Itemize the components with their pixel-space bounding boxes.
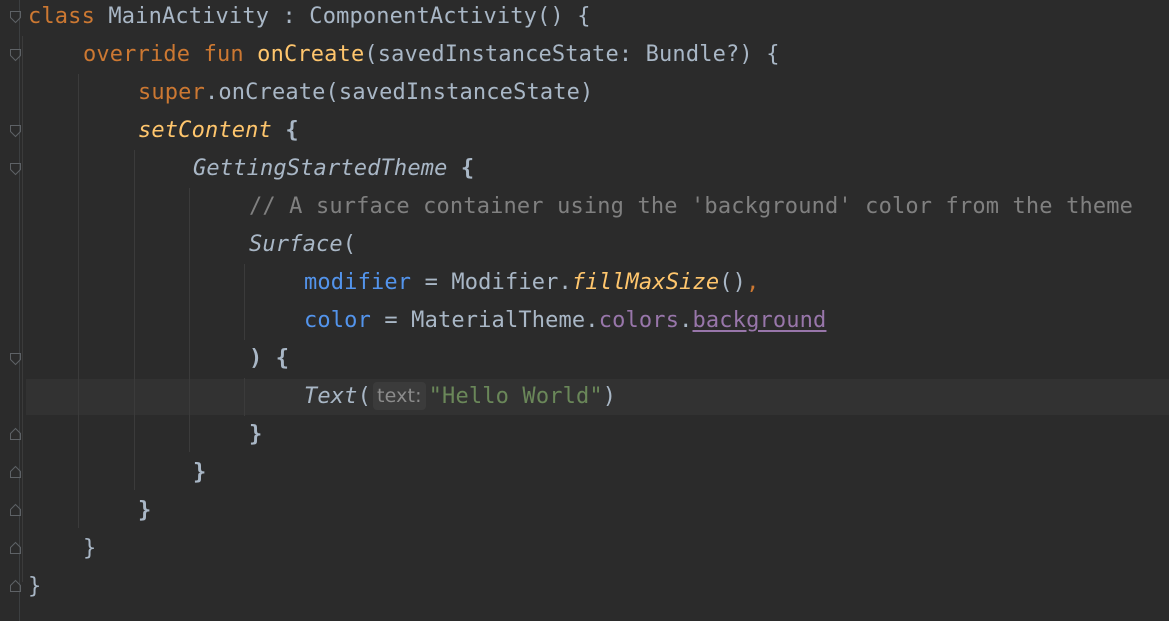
code-line-12[interactable]: } <box>249 416 262 454</box>
code-line-10[interactable]: ) { <box>249 340 289 378</box>
close-brace: } <box>83 536 97 561</box>
named-argument-modifier: modifier <box>304 270 412 295</box>
property-background: background <box>692 308 827 333</box>
indent-guide <box>244 264 245 340</box>
open-brace: { <box>271 118 299 143</box>
close-brace: } <box>193 460 207 485</box>
code-line-16[interactable]: } <box>28 568 41 606</box>
open-paren: ( <box>357 384 371 409</box>
code-line-6[interactable]: // A surface container using the 'backgr… <box>249 188 1133 226</box>
close-brace: } <box>28 574 42 599</box>
open-brace: { <box>447 156 475 181</box>
named-argument-color: color <box>304 308 371 333</box>
gutter-separator <box>19 0 20 621</box>
code-line-4[interactable]: setContent { <box>138 112 299 150</box>
code-line-14[interactable]: } <box>138 492 151 530</box>
function-params: (savedInstanceState: Bundle?) { <box>364 42 780 67</box>
indent-guide <box>189 188 190 452</box>
fold-close-icon[interactable] <box>9 427 22 441</box>
composable-theme-call: GettingStartedTheme <box>193 156 448 181</box>
fold-close-icon[interactable] <box>9 465 22 479</box>
code-line-3[interactable]: super.onCreate(savedInstanceState) <box>138 74 593 112</box>
line-comment: // A surface container using the 'backgr… <box>249 194 1134 219</box>
code-line-7[interactable]: Surface( <box>249 226 356 264</box>
composable-surface-call: Surface <box>249 232 343 257</box>
code-line-2[interactable]: override fun onCreate(savedInstanceState… <box>83 36 780 74</box>
function-call-fillmaxsize: fillMaxSize <box>571 270 720 295</box>
code-line-5[interactable]: GettingStartedTheme { <box>193 150 474 188</box>
function-call-setcontent: setContent <box>138 118 272 143</box>
function-name-oncreate: onCreate <box>257 42 365 67</box>
indent-guide <box>244 378 245 416</box>
indent-guide <box>22 36 23 582</box>
code-editor[interactable]: class MainActivity : ComponentActivity()… <box>0 0 1169 621</box>
close-paren-open-brace: ) { <box>249 346 290 371</box>
code-line-13[interactable]: } <box>193 454 206 492</box>
class-declaration: MainActivity : ComponentActivity() { <box>94 4 591 29</box>
assign-operator: = <box>370 308 412 333</box>
fold-open-icon[interactable] <box>9 10 22 24</box>
close-brace: } <box>138 498 152 523</box>
property-colors: colors <box>598 308 680 333</box>
composable-text-call: Text <box>304 384 358 409</box>
close-brace: } <box>249 422 263 447</box>
fold-close-icon[interactable] <box>9 503 22 517</box>
fold-close-icon[interactable] <box>9 541 22 555</box>
call-parens: () <box>719 270 747 295</box>
indent-guide <box>134 150 135 490</box>
code-line-8[interactable]: modifier = Modifier.fillMaxSize(), <box>304 264 759 302</box>
assign-operator: = <box>411 270 452 295</box>
parameter-name-hint: text: <box>373 382 426 410</box>
code-line-11[interactable]: Text(text: "Hello World") <box>304 378 616 416</box>
keyword-override: override <box>83 42 191 67</box>
close-paren: ) <box>602 384 617 409</box>
fold-open-icon[interactable] <box>9 48 22 62</box>
keyword-super: super <box>138 80 205 105</box>
super-call: .onCreate(savedInstanceState) <box>204 80 594 105</box>
indent-guide <box>78 74 79 528</box>
string-literal: "Hello World" <box>428 384 603 409</box>
fold-open-icon[interactable] <box>9 124 22 138</box>
keyword-class: class <box>28 4 95 29</box>
dot: . <box>679 308 693 333</box>
keyword-fun: fun <box>203 42 244 67</box>
code-line-15[interactable]: } <box>83 530 96 568</box>
code-line-9[interactable]: color = MaterialTheme.colors.background <box>304 302 826 340</box>
fold-open-icon[interactable] <box>9 162 22 176</box>
fold-close-icon[interactable] <box>9 579 22 593</box>
code-line-1[interactable]: class MainActivity : ComponentActivity()… <box>28 0 591 36</box>
material-theme-object: MaterialTheme. <box>411 308 599 333</box>
comma: , <box>746 270 760 295</box>
fold-open-icon[interactable] <box>9 352 22 366</box>
open-paren: ( <box>342 232 357 257</box>
modifier-object: Modifier. <box>451 270 572 295</box>
